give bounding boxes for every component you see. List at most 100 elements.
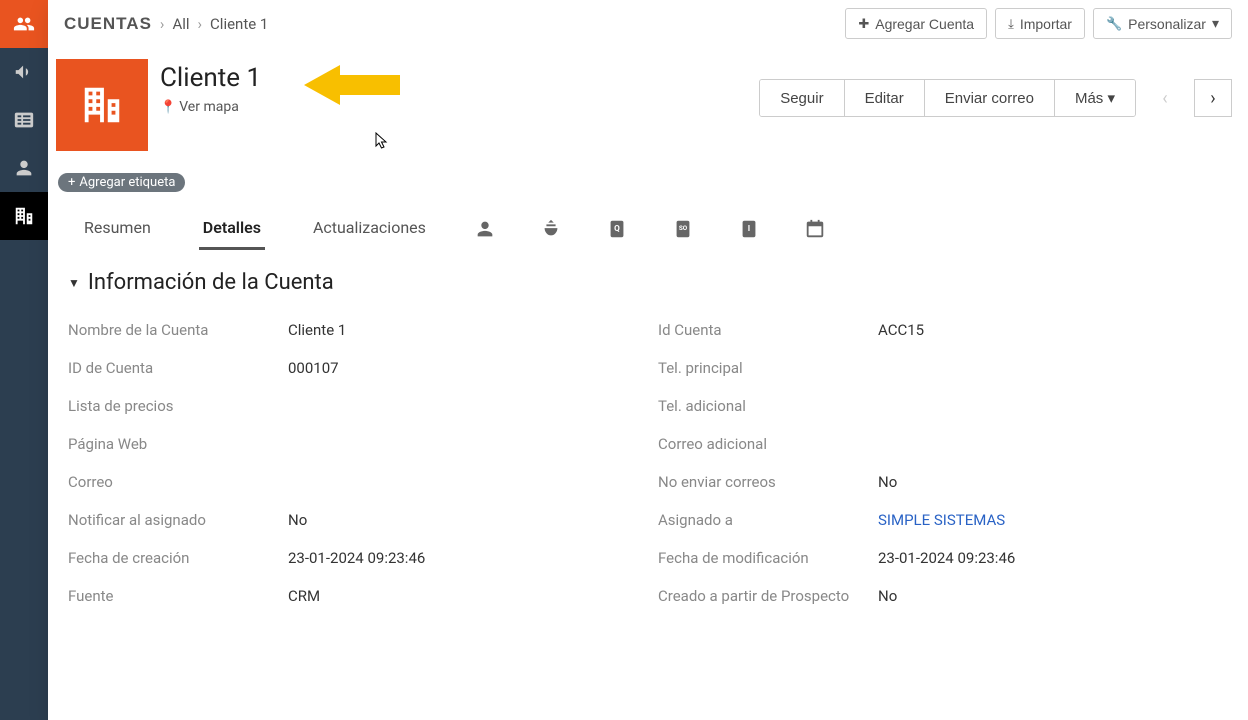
sidebar-item-campaigns[interactable] [0, 48, 48, 96]
fields-right-column: Id CuentaACC15 Tel. principal Tel. adicion… [658, 311, 1228, 615]
more-label: Más [1075, 90, 1103, 107]
record-actions: Seguir Editar Enviar correo Más ▾ ‹ › [759, 59, 1232, 117]
field-label: Fuente [68, 587, 288, 605]
next-record-button[interactable]: › [1194, 79, 1232, 117]
tab-calendar-icon[interactable] [804, 218, 826, 240]
field-row: Lista de precios [68, 387, 638, 425]
field-row: FuenteCRM [68, 577, 638, 615]
field-row: Id CuentaACC15 [658, 311, 1228, 349]
field-label: Correo adicional [658, 435, 878, 453]
tab-salesorder-icon[interactable]: SO [672, 218, 694, 240]
import-label: Importar [1020, 16, 1072, 32]
action-button-group: Seguir Editar Enviar correo Más ▾ [759, 79, 1136, 117]
field-row: Fecha de modificación23-01-2024 09:23:46 [658, 539, 1228, 577]
add-tag-label: Agregar etiqueta [79, 175, 175, 190]
field-label: Página Web [68, 435, 288, 453]
field-row: Página Web [68, 425, 638, 463]
topbar: CUENTAS › All › Cliente 1 ✚ Agregar Cuen… [48, 0, 1248, 47]
edit-button[interactable]: Editar [845, 80, 925, 116]
caret-down-icon: ▾ [1107, 90, 1115, 107]
field-value[interactable]: SIMPLE SISTEMAS [878, 511, 1005, 529]
field-value: CRM [288, 587, 320, 605]
field-value: 23-01-2024 09:23:46 [288, 549, 425, 567]
fields-left-column: Nombre de la CuentaCliente 1ID de Cuenta… [68, 311, 638, 615]
field-value: 23-01-2024 09:23:46 [878, 549, 1015, 567]
sidebar-item-contacts[interactable] [0, 0, 48, 48]
chevron-right-icon: › [198, 15, 203, 33]
section-title-text: Información de la Cuenta [88, 270, 334, 295]
field-label: Asignado a [658, 511, 878, 529]
field-label: Lista de precios [68, 397, 288, 415]
account-info-section: ▼ Información de la Cuenta Nombre de la … [48, 250, 1248, 625]
svg-text:I: I [748, 224, 750, 234]
breadcrumb-filter[interactable]: All [172, 15, 189, 33]
prev-record-button: ‹ [1146, 79, 1184, 117]
main-content: CUENTAS › All › Cliente 1 ✚ Agregar Cuen… [48, 0, 1248, 720]
field-label: Fecha de modificación [658, 549, 878, 567]
add-account-button[interactable]: ✚ Agregar Cuenta [845, 8, 987, 39]
import-button[interactable]: ⤓ Importar [995, 8, 1085, 39]
breadcrumb: CUENTAS › All › Cliente 1 [64, 14, 268, 34]
field-row: Notificar al asignadoNo [68, 501, 638, 539]
caret-down-icon: ▾ [1212, 15, 1219, 32]
follow-button[interactable]: Seguir [760, 80, 844, 116]
sidebar-item-profile[interactable] [0, 144, 48, 192]
download-icon: ⤓ [1008, 16, 1014, 32]
map-pin-icon: 📍 [160, 100, 176, 115]
field-row: Nombre de la CuentaCliente 1 [68, 311, 638, 349]
field-value: No [288, 511, 307, 529]
customize-label: Personalizar [1128, 16, 1206, 32]
field-label: Tel. principal [658, 359, 878, 377]
tab-contacts-icon[interactable] [474, 218, 496, 240]
tab-invoice-icon[interactable]: I [738, 218, 760, 240]
send-email-button[interactable]: Enviar correo [925, 80, 1055, 116]
field-row: Correo [68, 463, 638, 501]
chevron-right-icon: › [160, 15, 165, 33]
add-account-label: Agregar Cuenta [875, 16, 974, 32]
field-label: No enviar correos [658, 473, 878, 491]
svg-text:Q: Q [614, 224, 620, 234]
field-row: Fecha de creación23-01-2024 09:23:46 [68, 539, 638, 577]
view-map-label: Ver mapa [179, 99, 239, 115]
breadcrumb-module[interactable]: CUENTAS [64, 14, 152, 34]
field-row: Asignado aSIMPLE SISTEMAS [658, 501, 1228, 539]
tab-details[interactable]: Detalles [199, 208, 265, 250]
wrench-icon: 🔧 [1106, 16, 1122, 32]
field-row: Creado a partir de ProspectoNo [658, 577, 1228, 615]
field-row: ID de Cuenta000107 [68, 349, 638, 387]
add-tag-button[interactable]: + Agregar etiqueta [58, 173, 185, 192]
field-label: Tel. adicional [658, 397, 878, 415]
field-row: Correo adicional [658, 425, 1228, 463]
section-toggle[interactable]: ▼ Información de la Cuenta [68, 270, 1228, 295]
field-label: Notificar al asignado [68, 511, 288, 529]
annotation-arrow [304, 65, 400, 105]
field-row: Tel. adicional [658, 387, 1228, 425]
field-value: Cliente 1 [288, 321, 346, 339]
sidebar-item-cards[interactable] [0, 96, 48, 144]
sidebar-item-accounts[interactable] [0, 192, 48, 240]
record-tabs: Resumen Detalles Actualizaciones Q SO I [48, 208, 1248, 250]
svg-text:SO: SO [679, 224, 688, 232]
tab-money-icon[interactable] [540, 218, 562, 240]
field-label: ID de Cuenta [68, 359, 288, 377]
tab-summary[interactable]: Resumen [80, 208, 155, 250]
customize-button[interactable]: 🔧 Personalizar ▾ [1093, 8, 1232, 39]
sidebar [0, 0, 48, 720]
tab-quote-icon[interactable]: Q [606, 218, 628, 240]
plus-icon: + [68, 175, 75, 190]
field-row: No enviar correosNo [658, 463, 1228, 501]
field-value: No [878, 587, 897, 605]
field-label: Correo [68, 473, 288, 491]
breadcrumb-record: Cliente 1 [210, 15, 268, 33]
plus-icon: ✚ [858, 16, 869, 32]
field-label: Nombre de la Cuenta [68, 321, 288, 339]
field-label: Fecha de creación [68, 549, 288, 567]
field-label: Id Cuenta [658, 321, 878, 339]
view-map-link[interactable]: 📍 Ver mapa [160, 99, 261, 115]
record-header: Cliente 1 📍 Ver mapa Seguir Editar Envia… [48, 47, 1248, 167]
field-label: Creado a partir de Prospecto [658, 587, 878, 605]
tab-updates[interactable]: Actualizaciones [309, 208, 430, 250]
more-button[interactable]: Más ▾ [1055, 80, 1135, 116]
top-actions: ✚ Agregar Cuenta ⤓ Importar 🔧 Personaliz… [845, 8, 1232, 39]
account-avatar [56, 59, 148, 151]
